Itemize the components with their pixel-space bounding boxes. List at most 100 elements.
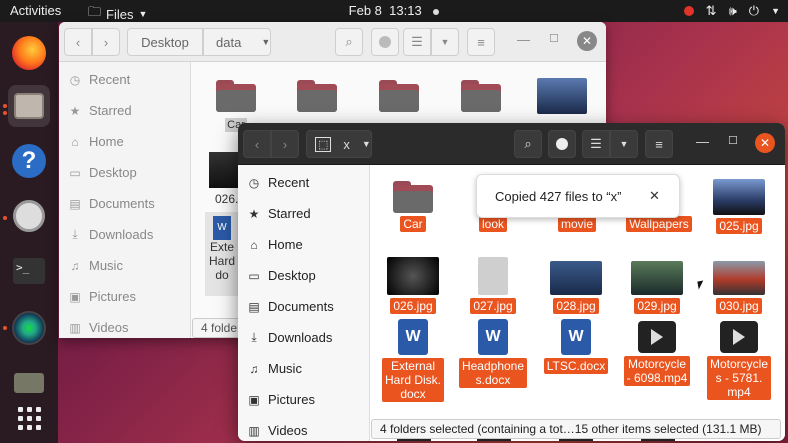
back-button[interactable]: ‹ [243,130,271,158]
folder-item[interactable] [216,80,256,114]
document-item[interactable]: W LTSC.docx [538,319,614,375]
close-button[interactable]: ✕ [755,133,775,153]
sidebar-item-documents[interactable]: ▤ Documents [69,196,154,211]
list-view-button[interactable]: ☰ [403,28,431,56]
files-window-front[interactable]: ‹ › ⬚ x ▼ ⌕ ☰ ▼ ≡ — ☐ ✕ ◷ Recent ★ Starred… [238,123,785,441]
file-item[interactable]: W Exte Hard do [205,212,239,296]
sidebar-item-downloads[interactable]: ⤓ Downloads [69,227,153,242]
folder-item[interactable]: Car [375,181,451,233]
camera-icon [12,311,46,345]
video-item[interactable]: Motorcycle - 6098.mp4 [619,321,695,387]
image-thumbnail[interactable] [209,152,239,188]
document-item[interactable]: W Headphone s.docx [455,319,531,389]
back-button[interactable]: ‹ [64,28,92,56]
label-line: External [390,359,435,373]
recording-icon[interactable] [683,6,694,16]
app-menu-label: Files [106,6,134,22]
sidebar-item-videos[interactable]: ▥ Videos [248,423,308,438]
menu-button[interactable]: ≡ [467,28,495,56]
file-label: Wallpapers [626,216,692,232]
sidebar-item-music[interactable]: ♫ Music [69,258,123,273]
sidebar-item-music[interactable]: ♫ Music [248,361,302,376]
operations-button[interactable] [548,130,576,158]
text-file-item[interactable]: 027.jpg [455,257,531,315]
list-icon: ☰ [590,136,602,151]
image-item[interactable]: 026.jpg [375,257,451,315]
show-apps-button[interactable] [8,397,50,439]
list-view-button[interactable]: ☰ [582,130,610,158]
sidebar-item-recent[interactable]: ◷ Recent [69,72,130,87]
label-line: Hard Disk. [384,373,441,387]
close-button[interactable]: ✕ [577,31,597,51]
sidebar-item-label: Music [268,361,302,376]
maximize-button[interactable]: ☐ [549,32,559,45]
file-grid: Car look movie Wallpapers 025.jpg Copied… [371,165,785,441]
operations-button[interactable] [371,28,399,56]
image-thumbnail [631,261,683,295]
close-icon[interactable]: ✕ [649,188,660,204]
dock-disk[interactable] [8,195,50,237]
sidebar-item-label: Downloads [89,227,154,242]
image-thumbnail[interactable] [537,78,587,114]
document-icon: ▤ [69,196,81,211]
menu-button[interactable]: ≡ [645,130,673,158]
sidebar-item-desktop[interactable]: ▭ Desktop [248,268,315,283]
sidebar-item-documents[interactable]: ▤ Documents [248,299,334,314]
sidebar-item-recent[interactable]: ◷ Recent [248,175,309,190]
path-segment-desktop[interactable]: Desktop [127,28,203,56]
sidebar-item-home[interactable]: ⌂ Home [69,134,123,149]
dock-files[interactable] [8,85,50,127]
folder-item[interactable] [297,80,337,114]
search-button[interactable]: ⌕ [335,28,363,56]
notification-dot [433,8,440,15]
search-button[interactable]: ⌕ [514,130,542,158]
sidebar-item-pictures[interactable]: ▣ Pictures [69,289,136,304]
path-segment-x[interactable]: ⬚ x ▼ [306,130,372,158]
dock-help[interactable]: ? [8,140,50,182]
sidebar-item-starred[interactable]: ★ Starred [248,206,311,221]
video-item[interactable]: Motorcycle s - 5781. mp4 [701,321,777,401]
sidebar-item-videos[interactable]: ▥ Videos [69,320,128,335]
system-tray[interactable]: ⇅ 🕪 ⏻ ▼ [683,3,780,19]
chevron-down-icon: ▼ [440,37,450,47]
image-item[interactable]: 029.jpg [619,261,695,315]
dock-camera[interactable] [8,307,50,349]
video-icon [720,321,758,353]
view-options-button[interactable]: ▼ [610,130,638,158]
sidebar-item-downloads[interactable]: ⤓ Downloads [248,330,332,345]
forward-button[interactable]: › [92,28,120,56]
chevron-left-icon: ‹ [254,136,260,152]
chevron-down-icon: ▼ [771,6,780,16]
clock[interactable]: Feb 8 13:13 [349,3,440,18]
sidebar-item-pictures[interactable]: ▣ Pictures [248,392,315,407]
dock-firefox[interactable] [8,32,50,74]
pictures-icon: ▣ [248,392,260,407]
maximize-button[interactable]: ☐ [728,134,738,147]
document-icon: ▤ [248,299,260,314]
sidebar-item-label: Videos [268,423,308,438]
sidebar-item-home[interactable]: ⌂ Home [248,237,302,252]
sidebar-item-label: Documents [268,299,334,314]
dock-terminal[interactable]: >_ [8,250,50,292]
forward-button[interactable]: › [271,130,299,158]
path-segment-data[interactable]: data ▼ [203,28,271,56]
chevron-left-icon: ‹ [75,34,81,50]
folder-item[interactable] [461,80,501,114]
sidebar-item-desktop[interactable]: ▭ Desktop [69,165,136,180]
sidebar-item-starred[interactable]: ★ Starred [69,103,132,118]
activities-button[interactable]: Activities [10,3,61,18]
usb-drive-icon: ⬚ [315,136,332,152]
view-options-button[interactable]: ▼ [431,28,459,56]
headerbar: ‹ › ⬚ x ▼ ⌕ ☰ ▼ ≡ — ☐ ✕ [238,123,785,165]
image-item[interactable]: 028.jpg [538,261,614,315]
image-item[interactable]: 030.jpg [701,261,777,315]
toast-message: Copied 427 files to “x” [495,189,622,204]
minimize-button[interactable]: — [696,134,709,149]
image-item[interactable]: 025.jpg [701,179,777,235]
file-label: Motorcycle s - 5781. mp4 [706,356,771,400]
folder-item[interactable] [379,80,419,114]
label-line: mp4 [727,385,751,399]
document-item[interactable]: W External Hard Disk. docx [375,319,451,403]
label-line: Motorcycle [709,357,768,371]
minimize-button[interactable]: — [517,32,530,47]
